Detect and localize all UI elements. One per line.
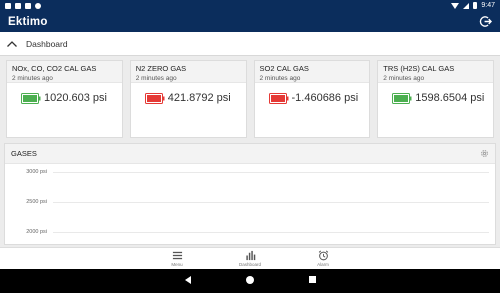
- nav-menu[interactable]: Menu: [155, 250, 199, 267]
- gases-chart-panel: GASES 3000 psi 2500 psi 2000 psi: [4, 143, 496, 245]
- wifi-icon: [451, 2, 460, 9]
- app-title: Ektimo: [8, 15, 48, 28]
- section-title: Dashboard: [26, 38, 68, 49]
- recents-button[interactable]: [309, 276, 316, 283]
- notification-icon: [25, 2, 31, 9]
- gas-card[interactable]: TRS (H2S) CAL GAS 2 minutes ago 1598.650…: [377, 60, 494, 138]
- battery-full-icon: [392, 92, 412, 104]
- card-timestamp: 2 minutes ago: [259, 75, 301, 82]
- dashboard-header[interactable]: Dashboard: [0, 32, 500, 56]
- battery-full-icon: [21, 92, 41, 104]
- notification-icon: [5, 2, 11, 9]
- gases-chart-plot: 3000 psi 2500 psi 2000 psi: [5, 165, 495, 245]
- signal-icon: [463, 2, 470, 9]
- menu-icon: [172, 251, 182, 260]
- battery-low-icon: [268, 92, 288, 104]
- y-tick-label: 2500 psi: [26, 199, 47, 205]
- bar-chart-icon: [245, 250, 255, 261]
- gas-card[interactable]: SO2 CAL GAS 2 minutes ago -1.460686 psi: [253, 60, 371, 138]
- battery-icon: [473, 2, 478, 9]
- nav-label: Alarm: [317, 262, 329, 267]
- nav-dashboard[interactable]: Dashboard: [228, 250, 272, 267]
- card-title: NOx, CO, CO2 CAL GAS: [12, 64, 97, 73]
- app-bar: Ektimo: [0, 11, 500, 32]
- nav-label: Menu: [171, 262, 183, 267]
- logout-icon[interactable]: [479, 15, 492, 28]
- y-tick-label: 2000 psi: [26, 229, 47, 235]
- card-value: 421.8792 psi: [167, 92, 231, 104]
- gas-card[interactable]: NOx, CO, CO2 CAL GAS 2 minutes ago 1020.…: [6, 60, 123, 138]
- clock: 9:47: [481, 2, 495, 9]
- bottom-nav: Menu Dashboard Alarm: [0, 247, 500, 269]
- card-timestamp: 2 minutes ago: [12, 75, 53, 82]
- card-value: 1598.6504 psi: [415, 92, 485, 104]
- gas-cards: NOx, CO, CO2 CAL GAS 2 minutes ago 1020.…: [6, 60, 494, 138]
- system-nav-bar: [0, 269, 500, 293]
- card-value: -1.460686 psi: [291, 92, 359, 104]
- home-button[interactable]: [246, 276, 254, 284]
- card-title: N2 ZERO GAS: [135, 64, 187, 73]
- card-timestamp: 2 minutes ago: [383, 75, 425, 82]
- notification-icon: [35, 2, 41, 9]
- card-title: SO2 CAL GAS: [259, 64, 309, 73]
- battery-low-icon: [144, 92, 165, 104]
- card-title: TRS (H2S) CAL GAS: [383, 64, 455, 73]
- nav-label: Dashboard: [238, 262, 261, 267]
- gear-icon[interactable]: [480, 149, 489, 158]
- card-timestamp: 2 minutes ago: [135, 75, 177, 82]
- chevron-up-icon[interactable]: [6, 39, 18, 49]
- gas-card[interactable]: N2 ZERO GAS 2 minutes ago 421.8792 psi: [129, 60, 247, 138]
- alarm-clock-icon: [318, 250, 328, 261]
- grid-line: [53, 232, 489, 233]
- card-value: 1020.603 psi: [44, 92, 107, 104]
- status-bar: 9:47: [0, 0, 500, 11]
- notification-icon: [15, 2, 21, 9]
- nav-alarm[interactable]: Alarm: [301, 250, 345, 267]
- grid-line: [53, 172, 489, 173]
- grid-line: [53, 202, 489, 203]
- y-tick-label: 3000 psi: [26, 169, 47, 175]
- back-button[interactable]: [185, 276, 191, 284]
- chart-title: GASES: [11, 149, 37, 158]
